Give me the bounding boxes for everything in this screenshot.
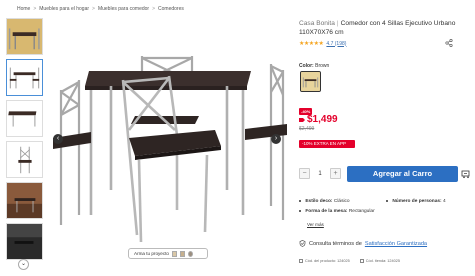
cart-options-icon[interactable] [461, 169, 471, 179]
spec-personas: Número de personas: 4 [386, 199, 445, 204]
color-swatch-brown[interactable] [300, 71, 321, 92]
thumbnail-image [7, 19, 42, 54]
rating-stars: ★★★★★ [299, 41, 324, 47]
brand-link[interactable]: Casa Bonita [299, 20, 335, 27]
current-price: $1,499 [307, 114, 338, 125]
product-info-panel: Casa Bonita | Comedor con 4 Sillas Ejecuti… [299, 0, 475, 276]
thumbnail-image [7, 183, 42, 218]
thumbnail-5[interactable] [6, 182, 43, 219]
thumbnail-image [7, 60, 42, 95]
breadcrumb: Home > Muebles para el hogar > Muebles para … [17, 6, 184, 12]
product-rating[interactable]: ★★★★★ 4.7 (198) [299, 40, 346, 48]
room-preview-icon [171, 250, 177, 257]
product-code: Cód. del producto: 124025 [299, 259, 350, 263]
thumbnail-image [7, 142, 42, 177]
breadcrumb-comedores[interactable]: Comedores [158, 6, 184, 12]
previous-image-button[interactable]: ‹ [53, 134, 63, 144]
breadcrumb-muebles-comedor[interactable]: Muebles para comedor [98, 6, 149, 12]
thumbnail-4[interactable] [6, 141, 43, 178]
selected-color: Brown [315, 63, 330, 69]
spec-forma: Forma de la mesa: Rectangular [299, 209, 374, 214]
price-tag-icon [299, 117, 305, 122]
satisfaction-link[interactable]: Satisfacción Garantizada [365, 241, 427, 247]
barcode-icon [359, 259, 364, 263]
thumbnail-image [7, 224, 42, 259]
chevron-down-icon[interactable]: ⌄ [18, 259, 29, 270]
see-more-link[interactable]: Ver más [307, 222, 324, 227]
price-row: $1,499 [299, 114, 338, 125]
room-preview-icon [179, 250, 185, 257]
main-product-image[interactable] [49, 20, 289, 263]
spec-estilo: Estilo deco: Clásico [299, 199, 349, 204]
store-code: Cód. tienda: 124025 [359, 259, 400, 263]
satisfaction-guarantee: Consulta términos de Satisfacción Garant… [299, 240, 427, 247]
product-codes: Cód. del producto: 124025 Cód. tienda: 1… [299, 259, 400, 263]
arma-label: Arma tu proyecto [134, 251, 169, 256]
swatch-image [301, 72, 320, 91]
rating-text[interactable]: 4.7 (198) [326, 41, 346, 47]
dining-set-image [53, 56, 287, 243]
breadcrumb-muebles-hogar[interactable]: Muebles para el hogar [39, 6, 89, 12]
barcode-icon [299, 259, 303, 263]
arma-tu-proyecto-button[interactable]: Arma tu proyecto [128, 248, 208, 259]
qty-minus-button[interactable]: − [299, 168, 310, 179]
thumbnail-2[interactable] [6, 59, 43, 96]
product-title: Casa Bonita | Comedor con 4 Sillas Ejecuti… [299, 20, 456, 36]
add-to-cart-button[interactable]: Agregar al Carro [347, 166, 458, 182]
breadcrumb-home[interactable]: Home [17, 6, 30, 12]
old-price: $2,499 [299, 126, 315, 132]
qty-plus-button[interactable]: + [330, 168, 341, 179]
thumbnail-3[interactable] [6, 100, 43, 137]
room-preview-icon [187, 250, 193, 257]
thumbnail-6[interactable] [6, 223, 43, 260]
shield-check-icon [299, 240, 306, 247]
thumbnail-image [7, 101, 42, 136]
thumbnail-gallery [6, 18, 44, 276]
app-promo-badge: -10% EXTRA EN APP [299, 140, 355, 148]
next-image-button[interactable]: › [271, 134, 281, 144]
share-icon[interactable] [445, 39, 453, 47]
thumbnail-1[interactable] [6, 18, 43, 55]
color-selector-label: Color: Brown [299, 63, 330, 69]
qty-value[interactable]: 1 [316, 171, 324, 177]
quantity-stepper: − 1 + [299, 168, 341, 179]
